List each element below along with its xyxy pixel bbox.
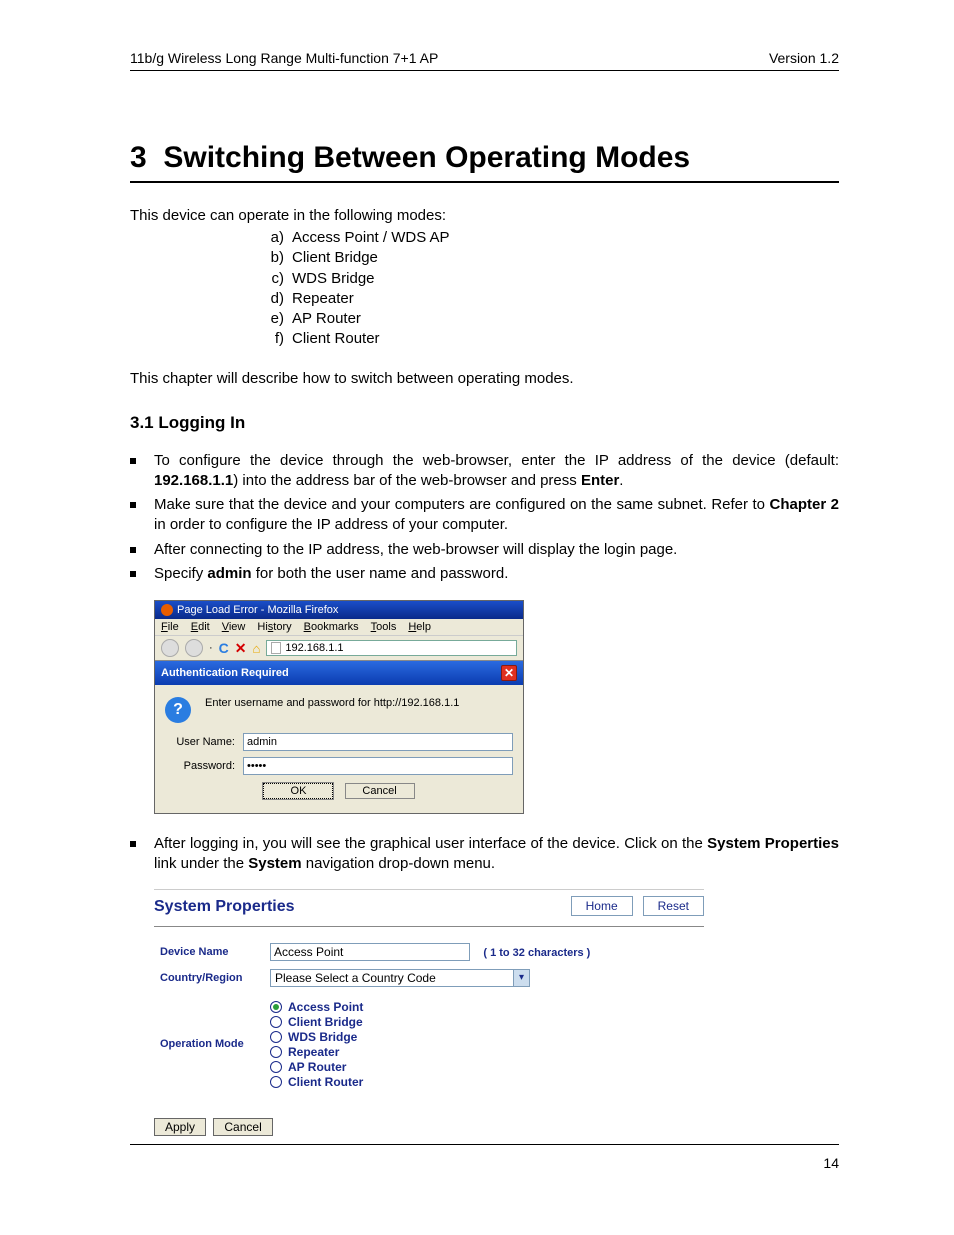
- menu-file[interactable]: File: [161, 621, 179, 633]
- username-label: User Name:: [165, 736, 235, 748]
- chapter-desc: This chapter will describe how to switch…: [130, 370, 839, 387]
- firefox-titlebar: Page Load Error - Mozilla Firefox: [155, 601, 523, 619]
- reset-link[interactable]: Reset: [643, 896, 704, 916]
- auth-dialog-body: ? Enter username and password for http:/…: [155, 685, 523, 813]
- menu-help[interactable]: Help: [408, 621, 431, 633]
- operation-mode-group: Access Point Client Bridge WDS Bridge Re…: [270, 995, 698, 1094]
- auth-dialog-titlebar: Authentication Required ✕: [155, 660, 523, 685]
- header-right: Version 1.2: [769, 50, 839, 66]
- radio-icon: [270, 1076, 282, 1088]
- page-number: 14: [823, 1155, 839, 1171]
- question-icon: ?: [165, 697, 191, 723]
- firefox-icon: [161, 604, 173, 616]
- chevron-down-icon: ▾: [513, 970, 529, 986]
- chapter-title: 3 Switching Between Operating Modes: [130, 141, 839, 183]
- footer-rule: [130, 1144, 839, 1145]
- radio-icon: [270, 1031, 282, 1043]
- device-name-input[interactable]: [270, 943, 470, 961]
- stop-icon[interactable]: ✕: [235, 640, 247, 657]
- close-icon[interactable]: ✕: [501, 665, 517, 681]
- radio-icon: [270, 1061, 282, 1073]
- forward-button[interactable]: [185, 639, 203, 657]
- sys-title: System Properties: [154, 898, 295, 916]
- radio-icon: [270, 1016, 282, 1028]
- username-input[interactable]: [243, 733, 513, 751]
- bullet-icon: [130, 841, 136, 847]
- menu-view[interactable]: View: [222, 621, 246, 633]
- header-left: 11b/g Wireless Long Range Multi-function…: [130, 50, 438, 66]
- ok-button[interactable]: OK: [263, 783, 333, 799]
- operation-mode-label: Operation Mode: [154, 991, 264, 1098]
- country-label: Country/Region: [154, 965, 264, 991]
- bullet-list-1: To configure the device through the web-…: [130, 451, 839, 585]
- auth-message: Enter username and password for http://1…: [205, 697, 459, 709]
- menu-edit[interactable]: Edit: [191, 621, 210, 633]
- home-icon[interactable]: ⌂: [253, 641, 261, 656]
- reload-icon[interactable]: C: [219, 640, 229, 656]
- list-item: After connecting to the IP address, the …: [154, 540, 839, 560]
- password-input[interactable]: [243, 757, 513, 775]
- bullet-icon: [130, 571, 136, 577]
- radio-client-router[interactable]: Client Router: [270, 1075, 698, 1089]
- list-item: Make sure that the device and your compu…: [154, 495, 839, 536]
- list-item: Specify admin for both the user name and…: [154, 564, 839, 584]
- mode-list: a)Access Point / WDS AP b)Client Bridge …: [260, 228, 839, 350]
- list-item: After logging in, you will see the graph…: [154, 834, 839, 875]
- cancel-button[interactable]: Cancel: [213, 1118, 272, 1136]
- radio-access-point[interactable]: Access Point: [270, 1000, 698, 1014]
- page-icon: [271, 642, 281, 654]
- cancel-button[interactable]: Cancel: [345, 783, 415, 799]
- list-item: To configure the device through the web-…: [154, 451, 839, 492]
- radio-icon: [270, 1046, 282, 1058]
- country-select[interactable]: Please Select a Country Code ▾: [270, 969, 530, 987]
- apply-button[interactable]: Apply: [154, 1118, 206, 1136]
- radio-repeater[interactable]: Repeater: [270, 1045, 698, 1059]
- section-title: 3.1 Logging In: [130, 413, 839, 433]
- menu-tools[interactable]: Tools: [371, 621, 397, 633]
- radio-ap-router[interactable]: AP Router: [270, 1060, 698, 1074]
- menu-history[interactable]: History: [257, 621, 291, 633]
- intro-text: This device can operate in the following…: [130, 207, 839, 224]
- radio-wds-bridge[interactable]: WDS Bridge: [270, 1030, 698, 1044]
- radio-client-bridge[interactable]: Client Bridge: [270, 1015, 698, 1029]
- home-link[interactable]: Home: [571, 896, 633, 916]
- bullet-list-2: After logging in, you will see the graph…: [130, 834, 839, 875]
- menu-bookmarks[interactable]: Bookmarks: [304, 621, 359, 633]
- char-note: ( 1 to 32 characters ): [483, 947, 590, 959]
- bullet-icon: [130, 502, 136, 508]
- firefox-menubar: File Edit View History Bookmarks Tools H…: [155, 619, 523, 635]
- page-header: 11b/g Wireless Long Range Multi-function…: [130, 50, 839, 71]
- bullet-icon: [130, 458, 136, 464]
- radio-icon: [270, 1001, 282, 1013]
- bullet-icon: [130, 547, 136, 553]
- password-label: Password:: [165, 760, 235, 772]
- firefox-toolbar: · C ✕ ⌂ 192.168.1.1: [155, 635, 523, 660]
- screenshot-system-properties: System Properties Home Reset Device Name…: [154, 889, 704, 1145]
- device-name-label: Device Name: [154, 939, 264, 965]
- screenshot-firefox: Page Load Error - Mozilla Firefox File E…: [154, 600, 524, 814]
- back-button[interactable]: [161, 639, 179, 657]
- url-input[interactable]: 192.168.1.1: [266, 640, 517, 656]
